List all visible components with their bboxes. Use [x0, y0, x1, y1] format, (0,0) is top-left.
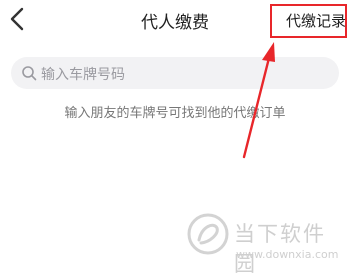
- site-watermark: 当下软件园 www.downxia.com: [186, 208, 346, 276]
- hint-text: 输入朋友的车牌号可找到他的代缴订单: [64, 106, 286, 121]
- search-placeholder: 输入车牌号码: [41, 67, 125, 83]
- downxia-logo-icon: [186, 212, 230, 256]
- search-icon: [21, 65, 37, 81]
- search-input[interactable]: 输入车牌号码: [11, 57, 339, 89]
- watermark-name: 当下软件园: [234, 222, 326, 276]
- annotation-highlight-box: [270, 4, 347, 38]
- watermark-url: www.downxia.com: [236, 248, 339, 261]
